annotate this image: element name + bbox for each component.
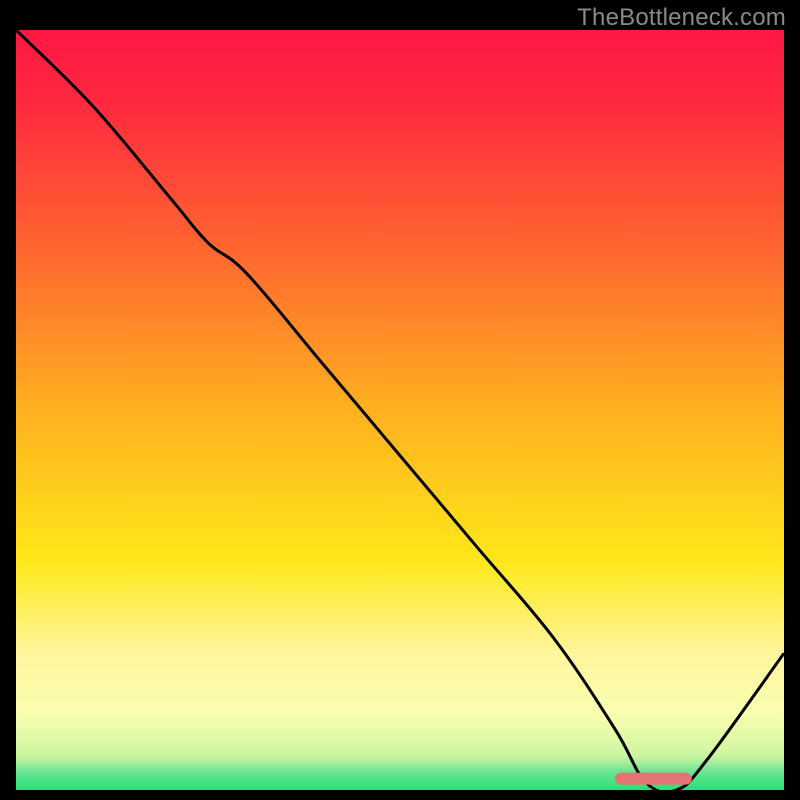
optimal-range-marker bbox=[615, 773, 692, 785]
bottleneck-chart bbox=[16, 30, 784, 790]
watermark-text: TheBottleneck.com bbox=[577, 4, 786, 32]
gradient-background bbox=[16, 30, 784, 790]
chart-plot-area bbox=[16, 30, 784, 790]
